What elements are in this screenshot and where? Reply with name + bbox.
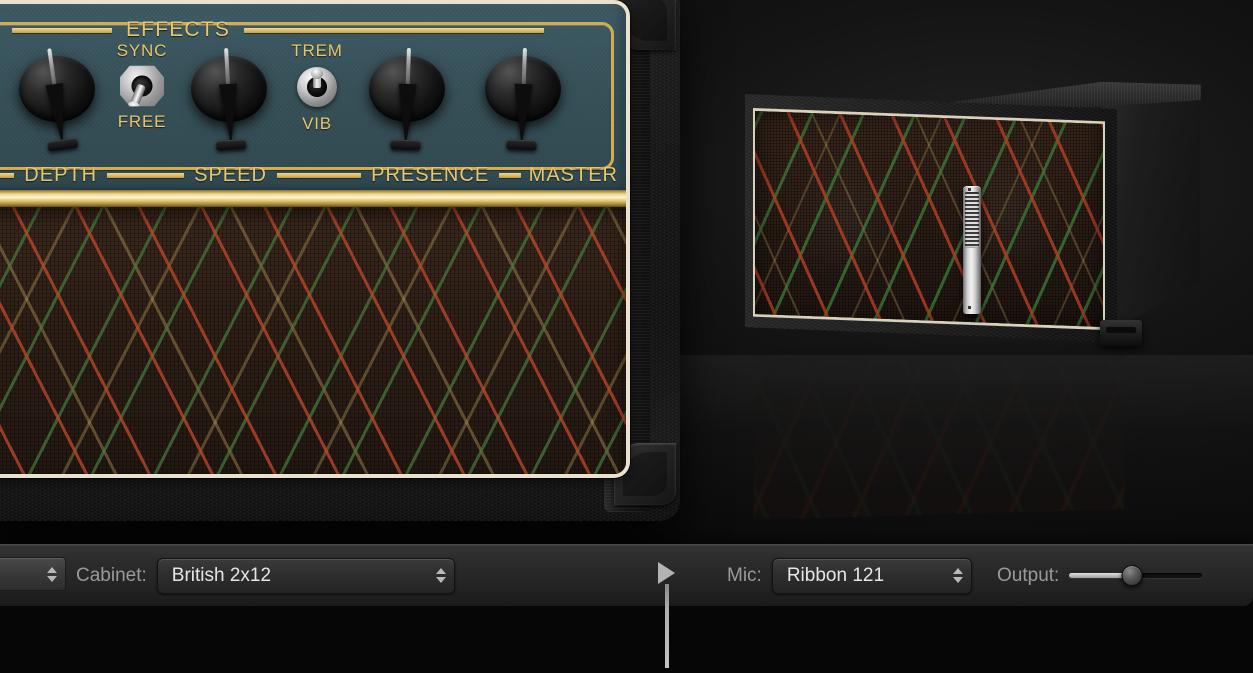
pointer-arrow-icon xyxy=(658,562,675,584)
amp-head[interactable]: EFFECTS ON OFF xyxy=(0,0,680,531)
bottom-toolbar: Cabinet: British 2x12 Mic: Ribbon 121 Ou… xyxy=(0,544,1253,606)
amp-model-stepper[interactable] xyxy=(0,557,66,591)
amp-model-stepper-arrows[interactable] xyxy=(47,566,57,582)
pointer-leader-line xyxy=(665,584,669,668)
presence-knob[interactable] xyxy=(366,42,448,152)
label-rule-4 xyxy=(499,172,521,178)
sync-switch-lever[interactable] xyxy=(128,83,147,107)
microphone-grille xyxy=(965,192,979,248)
amp-head-grille-cloth xyxy=(0,207,626,474)
speed-knob-label: SPEED xyxy=(194,163,267,186)
cabinet-front-panel xyxy=(745,94,1117,342)
presence-knob-label: PRESENCE xyxy=(371,163,490,186)
sync-switch-body[interactable] xyxy=(120,65,164,107)
trem-vib-switch-lever[interactable] xyxy=(313,74,321,89)
amp-designer-window: EFFECTS ON OFF xyxy=(0,0,1253,673)
sync-switch[interactable]: SYNC FREE xyxy=(110,42,174,162)
chevron-up-icon[interactable] xyxy=(952,568,963,574)
trem-vib-switch-body[interactable] xyxy=(297,67,337,107)
knob-labels-row: DEPTH SPEED PRESENCE MASTER xyxy=(0,164,626,186)
mic-popup-arrows[interactable] xyxy=(952,568,963,583)
ribbon-microphone[interactable] xyxy=(963,186,981,314)
presence-knob-pointer xyxy=(390,47,424,153)
banner-rule-right xyxy=(244,27,545,33)
label-rule-3 xyxy=(276,172,362,178)
mic-selected-value: Ribbon 121 xyxy=(786,564,885,586)
microphone-bottom-marker xyxy=(968,306,971,309)
trem-vib-switch-label-vib: VIB xyxy=(302,114,332,133)
cabinet-selected-value: British 2x12 xyxy=(171,564,272,586)
trem-vib-switch-label-trem: TREM xyxy=(291,41,343,60)
mouse-pointer-annotation xyxy=(658,562,682,668)
trem-vib-switch[interactable]: TREM VIB xyxy=(282,42,352,162)
output-slider-thumb[interactable] xyxy=(1121,565,1143,586)
effects-power-switch[interactable]: ON OFF xyxy=(0,42,2,162)
chevron-down-icon[interactable] xyxy=(435,577,446,583)
cabinet-grille-cloth xyxy=(755,111,1103,327)
master-knob-pointer xyxy=(506,47,540,153)
cabinet-selector-group: Cabinet: British 2x12 xyxy=(76,557,455,594)
output-label: Output: xyxy=(997,564,1060,586)
effects-panel-title: EFFECTS xyxy=(125,18,231,41)
master-knob[interactable] xyxy=(482,42,564,152)
chevron-down-icon[interactable] xyxy=(47,575,57,582)
cabinet-grille-frame xyxy=(753,108,1105,330)
mic-label: Mic: xyxy=(727,564,762,586)
speed-knob-pointer xyxy=(211,47,247,152)
amp-faceplate-frame: EFFECTS ON OFF xyxy=(0,0,630,478)
mic-selector-group: Mic: Ribbon 121 xyxy=(727,557,972,594)
window-bottom-area xyxy=(0,606,1253,673)
brass-divider-rail xyxy=(0,190,626,207)
sync-switch-label-sync: SYNC xyxy=(116,41,168,60)
chevron-up-icon[interactable] xyxy=(435,568,446,574)
chevron-down-icon[interactable] xyxy=(952,577,963,583)
microphone-top-marker xyxy=(968,188,971,191)
label-rule-2 xyxy=(107,172,185,178)
effects-control-panel: EFFECTS ON OFF xyxy=(0,4,626,200)
sync-switch-label-free: FREE xyxy=(117,112,167,131)
chevron-up-icon[interactable] xyxy=(47,566,57,573)
depth-knob-label: DEPTH xyxy=(24,163,98,186)
controls-row: ON OFF xyxy=(0,42,626,162)
output-control-group: Output: xyxy=(997,561,1203,591)
output-slider[interactable] xyxy=(1069,561,1203,591)
amp-scene: EFFECTS ON OFF xyxy=(0,0,1253,545)
cabinet-floor-reflection xyxy=(753,340,1125,520)
banner-rule-left xyxy=(11,27,112,33)
microphone-body xyxy=(963,186,981,314)
label-rule-1 xyxy=(0,172,15,178)
mic-popup-button[interactable]: Ribbon 121 xyxy=(771,557,972,594)
effects-banner: EFFECTS xyxy=(0,18,626,41)
cabinet-label: Cabinet: xyxy=(76,564,147,586)
speed-knob[interactable] xyxy=(188,42,270,152)
master-knob-label: MASTER xyxy=(528,163,618,186)
cabinet-popup-button[interactable]: British 2x12 xyxy=(156,557,455,594)
depth-knob[interactable] xyxy=(16,42,98,152)
cabinet-popup-arrows[interactable] xyxy=(435,568,446,583)
